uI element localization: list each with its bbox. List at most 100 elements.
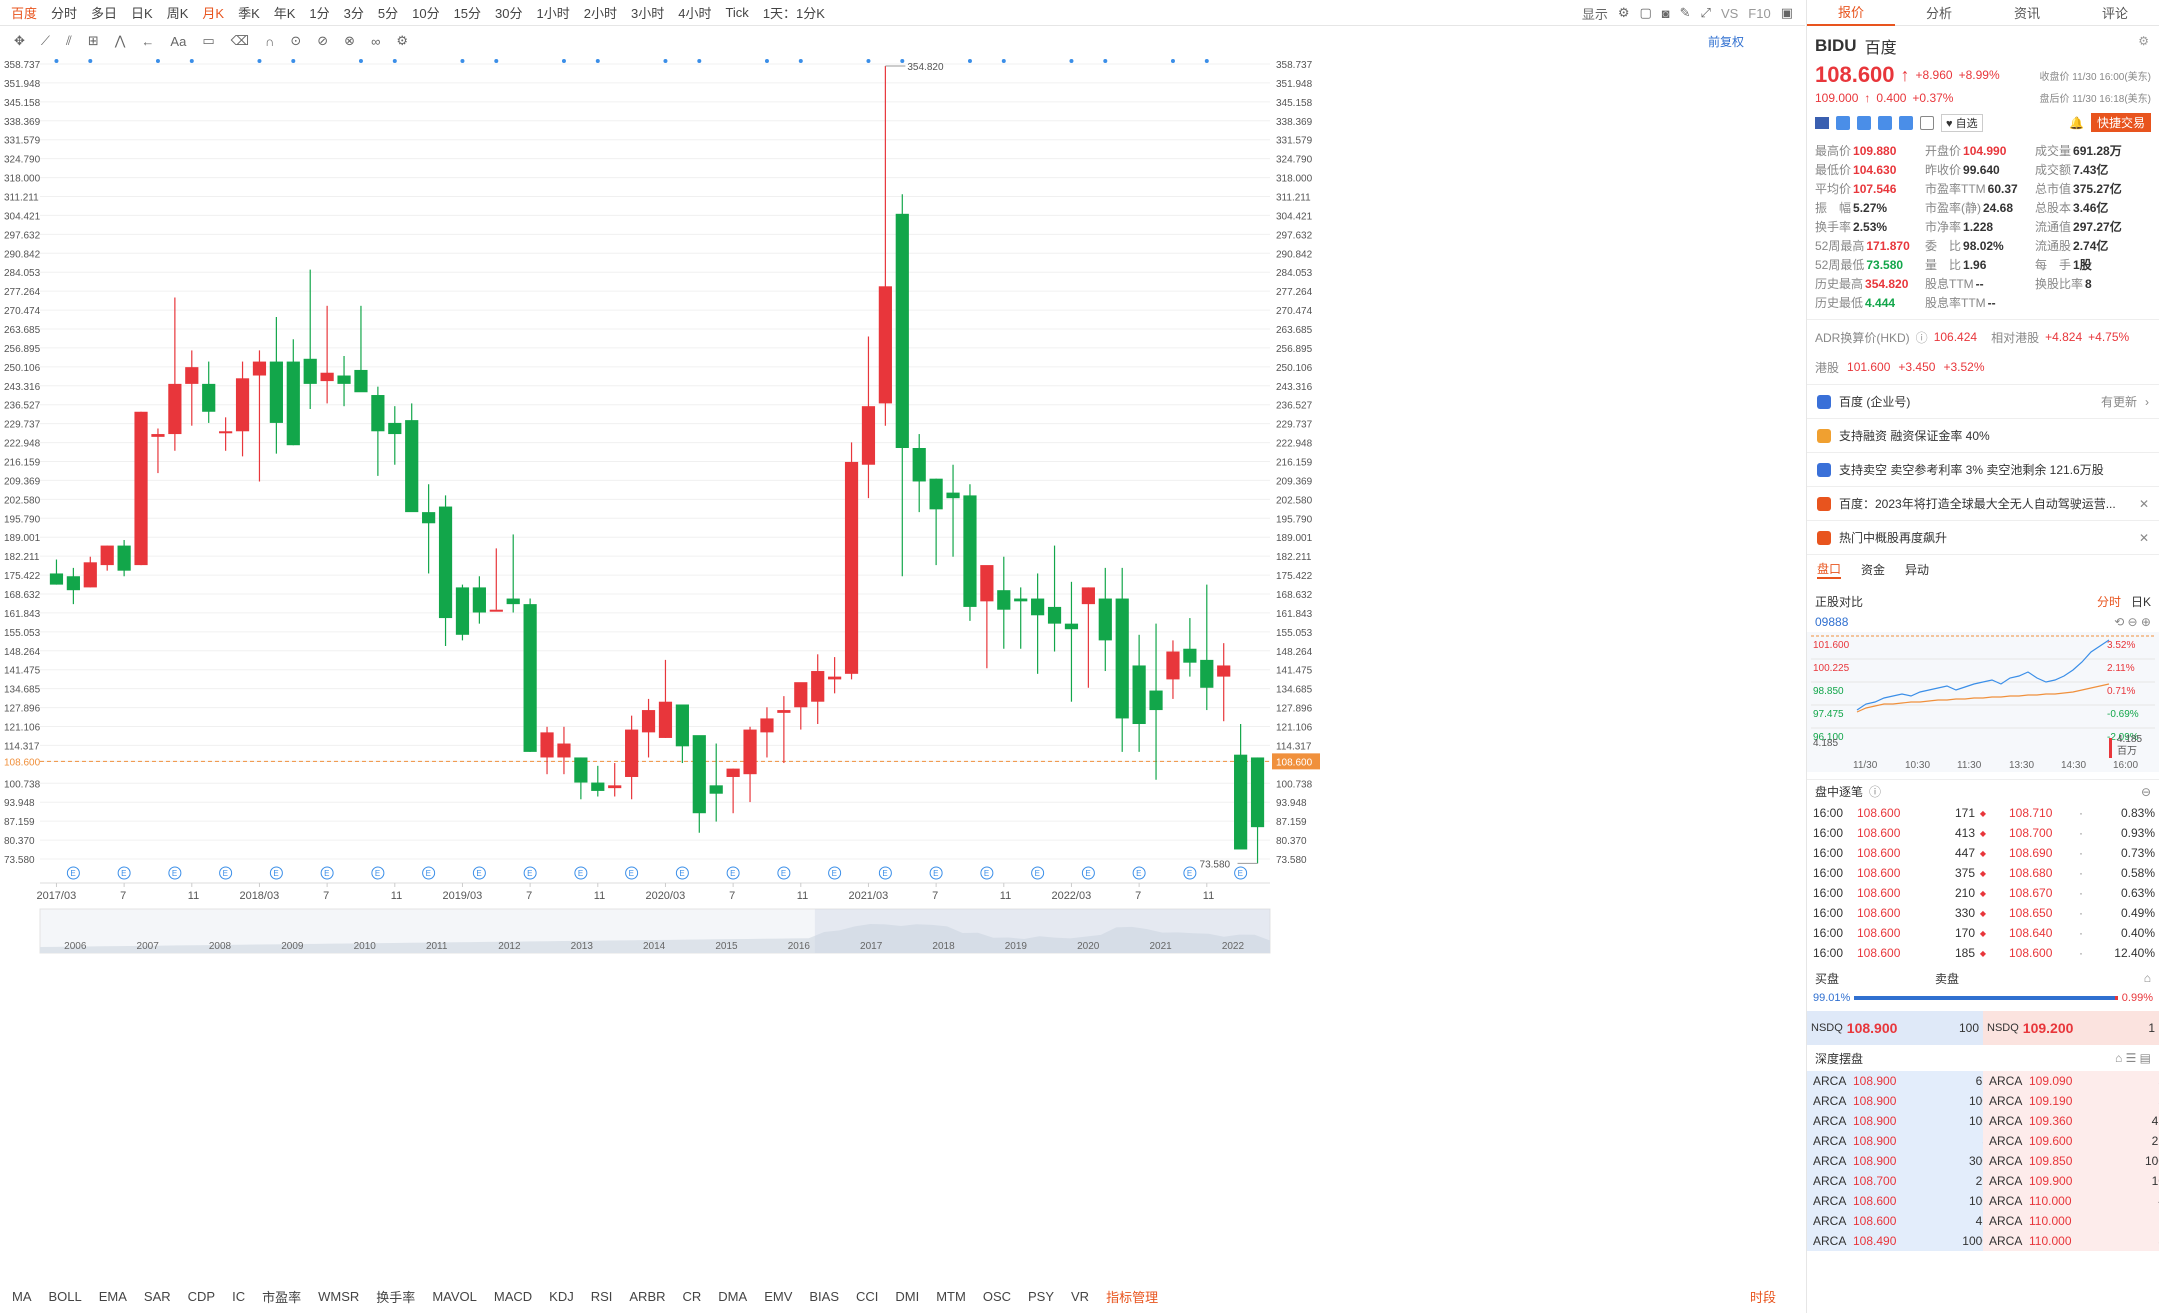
fib-tool-icon[interactable]: ⊞ xyxy=(88,33,99,49)
candle-body[interactable] xyxy=(252,361,267,376)
event-dot[interactable] xyxy=(900,59,905,63)
compare-intraday[interactable]: 分时 xyxy=(2097,593,2121,610)
ask-row[interactable]: ARCA 109.850 100 xyxy=(1983,1151,2159,1171)
candle-body[interactable] xyxy=(591,782,605,791)
f10-button[interactable]: F10 xyxy=(1748,6,1770,21)
indicator-20[interactable]: MTM xyxy=(936,1289,966,1304)
share-icon[interactable] xyxy=(1836,115,1850,130)
candle-body[interactable] xyxy=(1200,659,1214,688)
panel-tab-0[interactable]: 报价 xyxy=(1807,0,1895,26)
indicator-11[interactable]: KDJ xyxy=(549,1289,574,1304)
bid-row[interactable]: ARCA 108.900 100 xyxy=(1807,1111,1989,1131)
indicator-3[interactable]: SAR xyxy=(144,1289,171,1304)
tag-icon[interactable] xyxy=(1899,115,1913,130)
event-dot[interactable] xyxy=(764,59,769,63)
timeframe-14[interactable]: 1小时 xyxy=(530,3,577,22)
delete-icon[interactable]: ⊗ xyxy=(344,33,355,49)
candle-body[interactable] xyxy=(658,701,673,738)
note-tool-icon[interactable]: ▭ xyxy=(202,33,214,49)
settings-icon[interactable]: ⚙ xyxy=(1618,5,1630,21)
indicator-15[interactable]: DMA xyxy=(718,1289,747,1304)
timeframe-11[interactable]: 10分 xyxy=(405,3,446,22)
bid-row[interactable]: ARCA 108.600 100 xyxy=(1807,1191,1989,1211)
bid-row[interactable]: ARCA 108.900 3 xyxy=(1807,1131,1989,1151)
bid-row[interactable]: ARCA 108.900 63 xyxy=(1807,1071,1989,1091)
candle-body[interactable] xyxy=(625,729,639,777)
draw-icon[interactable]: ✎ xyxy=(1680,5,1691,21)
candle-body[interactable] xyxy=(49,573,64,585)
candle-body[interactable] xyxy=(1031,598,1045,616)
arrow-tool-icon[interactable]: ← xyxy=(141,34,154,49)
candle-body[interactable] xyxy=(388,422,402,435)
candle-body[interactable] xyxy=(726,768,740,777)
candle-body[interactable] xyxy=(692,735,706,814)
channel-tool-icon[interactable]: ⫽ xyxy=(66,33,72,49)
period-button[interactable]: 时段 xyxy=(1750,1287,1776,1306)
ask-row[interactable]: ARCA 110.000 4 xyxy=(1983,1191,2159,1211)
line-tool-icon[interactable]: ⟋ xyxy=(41,33,50,49)
indicator-22[interactable]: PSY xyxy=(1028,1289,1054,1304)
event-dot[interactable] xyxy=(1170,59,1175,63)
candle-body[interactable] xyxy=(1250,757,1265,828)
indicator-24[interactable]: 指标管理 xyxy=(1106,1287,1158,1306)
eraser-icon[interactable]: ⌫ xyxy=(231,33,249,49)
candle-body[interactable] xyxy=(1081,587,1095,605)
tab-funds[interactable]: 资金 xyxy=(1861,561,1885,578)
indicator-1[interactable]: BOLL xyxy=(49,1289,82,1304)
candle-body[interactable] xyxy=(472,587,486,613)
candle-body[interactable] xyxy=(1132,665,1146,725)
bank-icon[interactable]: ⌂ xyxy=(2144,971,2151,985)
event-dot[interactable] xyxy=(1001,59,1006,63)
timeframe-4[interactable]: 周K xyxy=(160,3,196,22)
layout-icon[interactable]: ▢ xyxy=(1639,5,1651,21)
indicator-2[interactable]: EMA xyxy=(99,1289,127,1304)
fullscreen-icon[interactable]: ⤢ xyxy=(1701,5,1711,21)
ask-row[interactable]: ARCA 109.090 5 xyxy=(1983,1071,2159,1091)
event-dot[interactable] xyxy=(663,59,668,63)
candle-body[interactable] xyxy=(828,676,842,680)
vs-button[interactable]: VS xyxy=(1721,6,1738,21)
candle-body[interactable] xyxy=(895,213,909,449)
candle-body[interactable] xyxy=(929,478,943,510)
event-dot[interactable] xyxy=(460,59,465,63)
candle-body[interactable] xyxy=(675,704,689,747)
candle-body[interactable] xyxy=(844,461,859,674)
timeframe-16[interactable]: 3小时 xyxy=(624,3,671,22)
timeframe-10[interactable]: 5分 xyxy=(371,3,405,22)
event-dot[interactable] xyxy=(561,59,566,63)
event-dot[interactable] xyxy=(595,59,600,63)
candle-body[interactable] xyxy=(202,383,216,412)
event-dot[interactable] xyxy=(1069,59,1074,63)
candle-body[interactable] xyxy=(489,609,503,612)
settings-icon[interactable]: ⚙ xyxy=(2138,34,2149,48)
timeframe-19[interactable]: 1天：1分K xyxy=(756,3,832,22)
candle-body[interactable] xyxy=(709,785,723,794)
candle-body[interactable] xyxy=(1217,665,1231,677)
candle-body[interactable] xyxy=(963,495,977,607)
candle-body[interactable] xyxy=(151,434,165,437)
candle-body[interactable] xyxy=(574,757,588,783)
indicator-4[interactable]: CDP xyxy=(188,1289,215,1304)
timeframe-8[interactable]: 1分 xyxy=(302,3,336,22)
compare-code[interactable]: 09888 xyxy=(1815,615,1848,629)
timeframe-2[interactable]: 多日 xyxy=(84,3,124,22)
bell-icon[interactable]: 🔔 xyxy=(2069,116,2084,130)
magnet-icon[interactable]: ∩ xyxy=(265,34,274,49)
candle-body[interactable] xyxy=(354,369,368,393)
bid-row[interactable]: ARCA 108.900 300 xyxy=(1807,1151,1989,1171)
nsdq-bid[interactable]: NSDQ 108.900 100 xyxy=(1807,1011,1983,1045)
ask-row[interactable]: ARCA 110.000 3 xyxy=(1983,1231,2159,1251)
candle-body[interactable] xyxy=(422,512,436,524)
indicator-14[interactable]: CR xyxy=(683,1289,702,1304)
indicator-9[interactable]: MAVOL xyxy=(432,1289,477,1304)
ask-row[interactable]: ARCA 109.190 5 xyxy=(1983,1091,2159,1111)
note-icon[interactable] xyxy=(1878,115,1892,130)
candle-body[interactable] xyxy=(337,375,351,384)
camera-icon[interactable]: ◙ xyxy=(1662,6,1670,21)
event-dot[interactable] xyxy=(291,59,296,63)
timeframe-5[interactable]: 月K xyxy=(195,3,231,22)
ask-row[interactable]: ARCA 109.900 10 xyxy=(1983,1171,2159,1191)
event-dot[interactable] xyxy=(54,59,59,63)
depth-tools-icon[interactable]: ⌂ ☰ ▤ xyxy=(2115,1051,2151,1065)
tab-orderbook[interactable]: 盘口 xyxy=(1817,560,1842,579)
